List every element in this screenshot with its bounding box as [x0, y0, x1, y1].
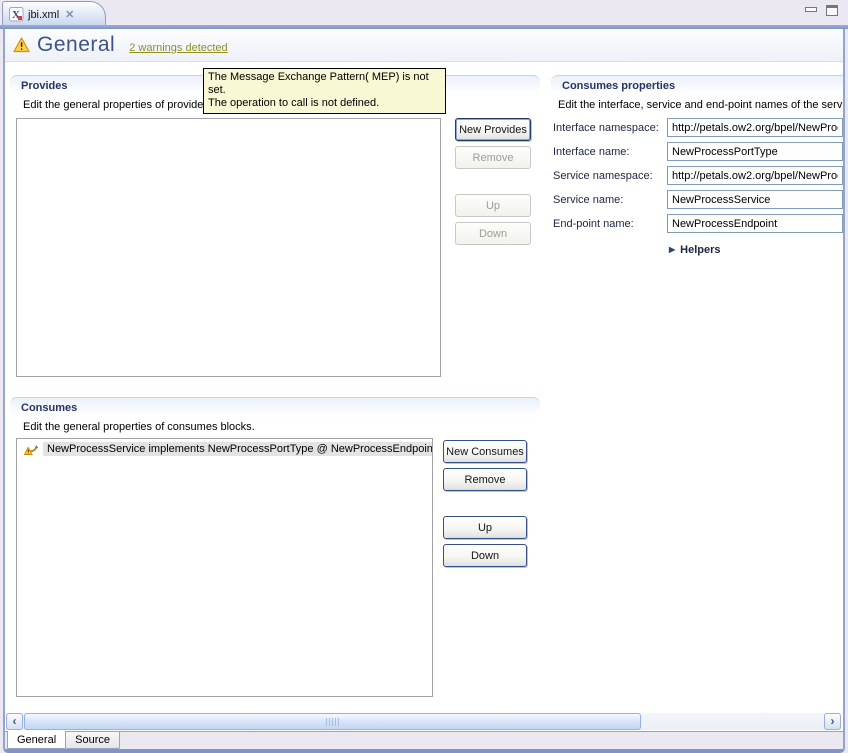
warnings-detected-link[interactable]: 2 warnings detected [129, 42, 227, 54]
interface-name-label: Interface name: [553, 146, 629, 158]
editor-tabbar: X jbi.xml ✕ [0, 0, 848, 25]
interface-namespace-field[interactable] [667, 118, 843, 137]
validation-tooltip: The Message Exchange Pattern( MEP) is no… [203, 68, 446, 114]
new-consumes-button[interactable]: New Consumes [443, 440, 527, 463]
page-title: General [37, 33, 115, 57]
horizontal-scrollbar: ‹ › [6, 713, 841, 730]
tab-title: jbi.xml [28, 9, 59, 21]
consumes-item-text: NewProcessService implements NewProcessP… [43, 442, 433, 456]
chevron-right-icon: ▶ [669, 245, 675, 254]
consumes-down-button[interactable]: Down [443, 544, 527, 567]
service-namespace-field[interactable] [667, 166, 843, 185]
tab-general[interactable]: General [7, 731, 66, 749]
scrollbar-thumb[interactable] [24, 713, 641, 730]
consume-warning-icon [24, 442, 39, 456]
scrollbar-grip-icon [326, 718, 340, 726]
provides-down-button[interactable]: Down [455, 222, 531, 245]
form-header: General 2 warnings detected [5, 29, 843, 62]
provides-remove-button[interactable]: Remove [455, 146, 531, 169]
editor-frame: General 2 warnings detected The Message … [3, 29, 845, 753]
consumes-section-header: Consumes [10, 397, 540, 418]
maximize-icon[interactable] [826, 5, 838, 16]
service-name-label: Service name: [553, 194, 623, 206]
close-icon[interactable]: ✕ [65, 8, 74, 21]
helpers-twistie[interactable]: ▶ Helpers [669, 244, 721, 256]
endpoint-name-field[interactable] [667, 214, 843, 233]
provides-up-button[interactable]: Up [455, 194, 531, 217]
interface-namespace-label: Interface namespace: [553, 122, 659, 134]
endpoint-name-label: End-point name: [553, 218, 634, 230]
consumes-properties-description: Edit the interface, service and end-poin… [558, 99, 843, 111]
service-name-field[interactable] [667, 190, 843, 209]
consumes-properties-section-header: Consumes properties [551, 75, 843, 96]
scroll-right-icon[interactable]: › [824, 713, 841, 730]
interface-name-field[interactable] [667, 142, 843, 161]
minimize-icon[interactable] [805, 7, 817, 12]
editor-window: X jbi.xml ✕ General 2 warnings [0, 0, 848, 753]
scroll-row: ‹ › [5, 712, 843, 731]
tooltip-line-1: The Message Exchange Pattern( MEP) is no… [208, 71, 441, 97]
xml-file-icon: X [9, 7, 24, 22]
consumes-title: Consumes [21, 402, 77, 414]
consumes-up-button[interactable]: Up [443, 516, 527, 539]
new-provides-button[interactable]: New Provides [455, 118, 531, 141]
consumes-remove-button[interactable]: Remove [443, 468, 527, 491]
service-namespace-label: Service namespace: [553, 170, 653, 182]
provides-title: Provides [21, 80, 67, 92]
scroll-left-icon[interactable]: ‹ [6, 713, 23, 730]
tab-jbi-xml[interactable]: X jbi.xml ✕ [2, 1, 106, 25]
form-body: The Message Exchange Pattern( MEP) is no… [5, 62, 843, 712]
helpers-label: Helpers [680, 244, 720, 256]
warning-icon [13, 37, 30, 53]
page-tabs: General Source [5, 731, 843, 749]
consumes-properties-title: Consumes properties [562, 80, 675, 92]
view-controls [805, 5, 838, 16]
consumes-list[interactable]: NewProcessService implements NewProcessP… [16, 438, 433, 697]
tab-source[interactable]: Source [66, 732, 120, 749]
consumes-description: Edit the general properties of consumes … [23, 421, 255, 433]
tooltip-line-2: The operation to call is not defined. [208, 97, 441, 110]
consumes-list-item[interactable]: NewProcessService implements NewProcessP… [17, 439, 432, 458]
provides-list[interactable] [16, 118, 441, 377]
